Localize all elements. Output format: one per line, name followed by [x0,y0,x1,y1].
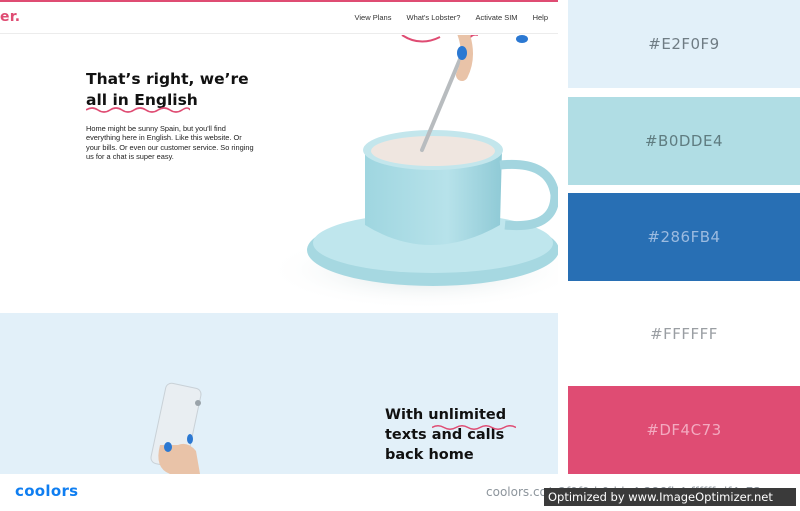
screenshot-frame: er. View Plans What's Lobster? Activate … [0,0,800,511]
nav-links: View Plans What's Lobster? Activate SIM … [355,13,548,22]
swatch-286fb4[interactable]: #286FB4 [568,193,800,281]
swatch-b0dde4[interactable]: #B0DDE4 [568,97,800,185]
coolors-logo[interactable]: coolors [15,482,78,500]
phone-hand-illustration-icon [150,382,202,474]
section2-title-highlight: unlimited [428,407,507,423]
hero-body-text: Home might be sunny Spain, but you'll fi… [86,124,254,161]
section2-title: With unlimited texts and calls back home [385,405,555,465]
swatch-ffffff[interactable]: #FFFFFF [568,290,800,378]
color-palette: #E2F0F9 #B0DDE4 #286FB4 #FFFFFF #DF4C73 [568,0,800,474]
squiggle-underline-icon [86,107,190,113]
section2-title-line3: back home [385,447,474,463]
watermark-banner: Optimized by www.ImageOptimizer.net [544,488,796,506]
site-navbar: er. View Plans What's Lobster? Activate … [0,2,558,34]
squiggle-underline-icon [432,425,516,430]
footer-bar: coolors coolors.co/e2f0f9-b0dde4-286fb4-… [0,474,800,511]
hero-section: That’s right, we’re all in English Home … [0,35,558,313]
nav-activate-sim[interactable]: Activate SIM [475,13,517,22]
hero-title-line1: That’s right, we’re [86,70,249,88]
nav-help[interactable]: Help [533,13,548,22]
nav-view-plans[interactable]: View Plans [355,13,392,22]
swatch-e2f0f9[interactable]: #E2F0F9 [568,0,800,88]
website-mockup: er. View Plans What's Lobster? Activate … [0,0,558,474]
teacup-illustration-icon [265,35,558,310]
swatch-df4c73[interactable]: #DF4C73 [568,386,800,474]
unlimited-section: With unlimited texts and calls back home [0,313,558,474]
site-logo[interactable]: er. [0,9,20,25]
section2-title-pre: With [385,407,429,423]
nav-whats-lobster[interactable]: What's Lobster? [406,13,460,22]
